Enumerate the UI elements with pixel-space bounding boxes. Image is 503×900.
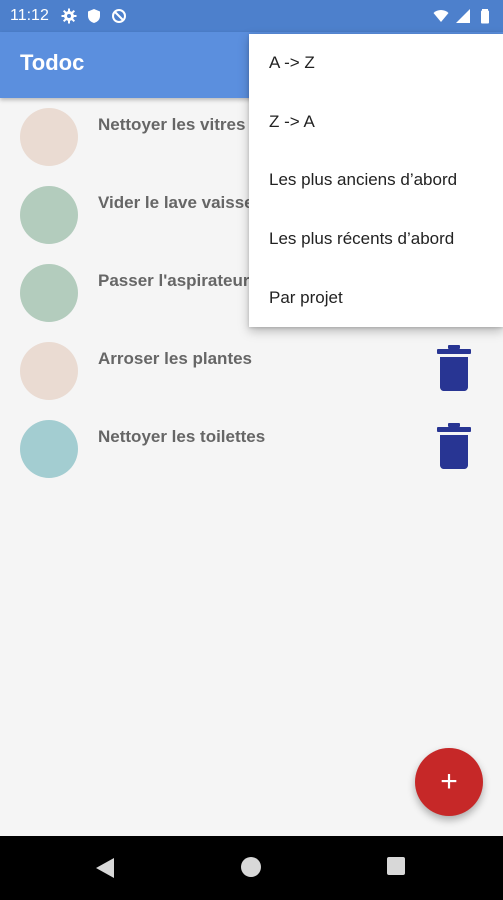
task-row[interactable]: Arroser les plantes bbox=[0, 332, 503, 410]
no-sync-icon bbox=[111, 9, 126, 23]
project-color-avatar bbox=[20, 186, 78, 244]
task-name: Vider le lave vaisselle bbox=[98, 193, 273, 212]
app-title: Todoc bbox=[20, 50, 85, 75]
task-name: Nettoyer les vitres bbox=[98, 115, 246, 134]
delete-task-button[interactable] bbox=[436, 345, 472, 391]
gear-icon bbox=[61, 8, 77, 24]
back-icon[interactable] bbox=[96, 858, 114, 878]
task-row[interactable]: Nettoyer les toilettes bbox=[0, 410, 503, 488]
sort-menu: A -> Z Z -> A Les plus anciens d’abord L… bbox=[249, 34, 503, 327]
plus-icon: + bbox=[440, 765, 458, 798]
navigation-bar bbox=[0, 836, 503, 900]
home-icon[interactable] bbox=[241, 857, 261, 877]
recents-icon[interactable] bbox=[387, 857, 405, 875]
status-bar: 11:12 bbox=[0, 0, 503, 32]
battery-icon bbox=[481, 9, 489, 24]
delete-task-button[interactable] bbox=[436, 423, 472, 469]
task-name: Nettoyer les toilettes bbox=[98, 427, 266, 446]
add-task-button[interactable]: + bbox=[415, 748, 483, 816]
menu-item-sort-recent-first[interactable]: Les plus récents d’abord bbox=[249, 210, 503, 269]
menu-item-sort-alpha[interactable]: A -> Z bbox=[249, 34, 503, 93]
signal-icon bbox=[456, 9, 470, 23]
project-color-avatar bbox=[20, 264, 78, 322]
task-name: Passer l'aspirateur bbox=[98, 271, 250, 290]
project-color-avatar bbox=[20, 420, 78, 478]
shield-icon bbox=[87, 9, 100, 23]
menu-item-sort-by-project[interactable]: Par projet bbox=[249, 268, 503, 327]
project-color-avatar bbox=[20, 108, 78, 166]
wifi-icon bbox=[433, 10, 449, 22]
menu-item-sort-alpha-inverted[interactable]: Z -> A bbox=[249, 93, 503, 152]
status-time: 11:12 bbox=[10, 7, 49, 24]
menu-item-sort-oldest-first[interactable]: Les plus anciens d’abord bbox=[249, 151, 503, 210]
task-name: Arroser les plantes bbox=[98, 349, 253, 368]
project-color-avatar bbox=[20, 342, 78, 400]
